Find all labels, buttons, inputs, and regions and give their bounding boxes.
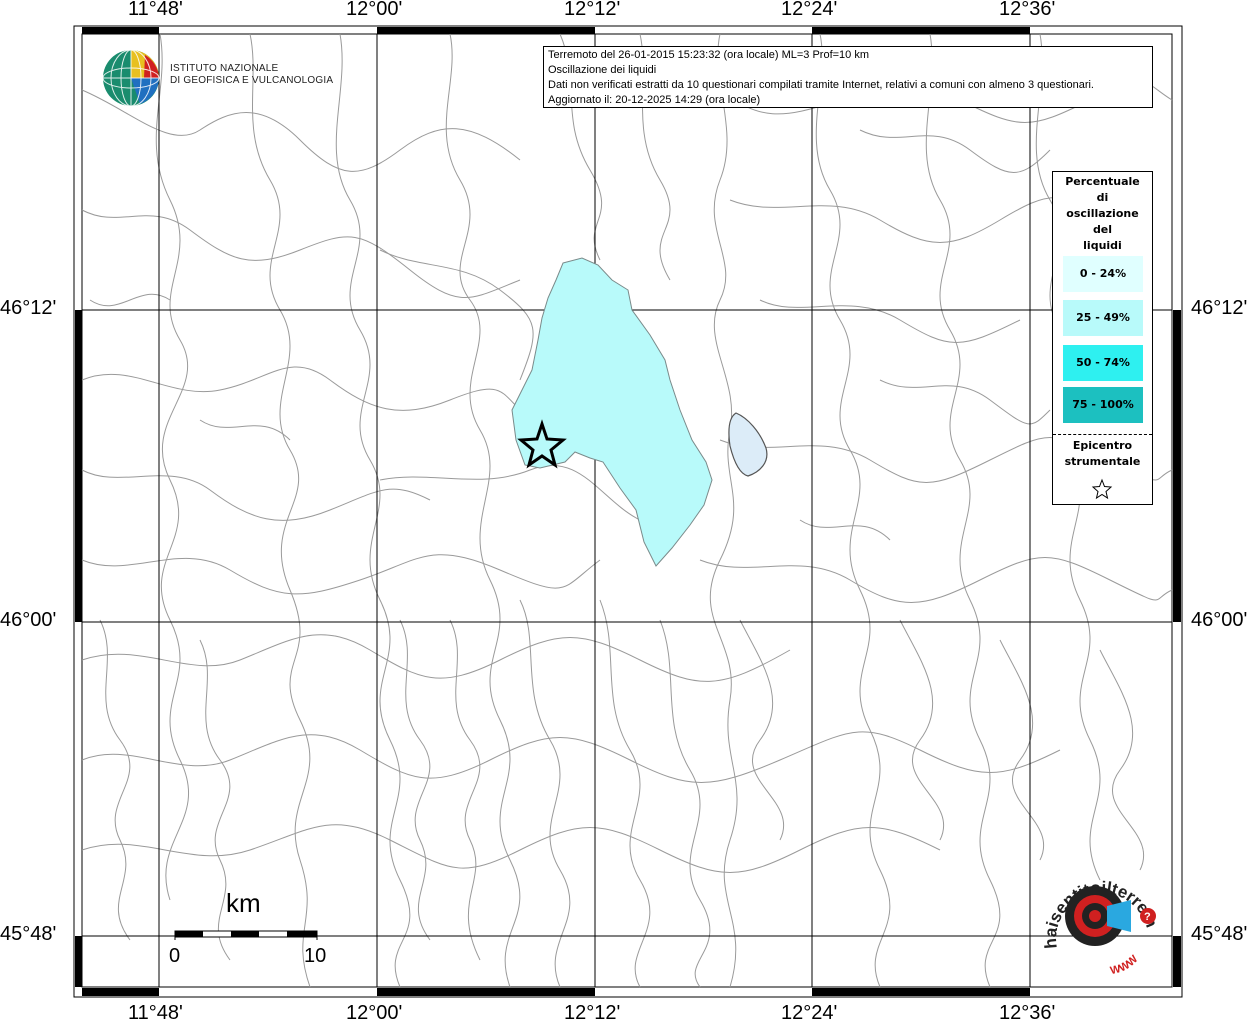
legend: Percentuale di oscillazione del liquidi … [1052,171,1153,505]
info-line-3: Dati non verificati estratti da 10 quest… [548,79,1094,91]
top-tick-1: 11°48' [128,0,183,20]
legend-title-line-4: del [1092,223,1113,236]
scale-start-label: 0 [169,945,181,967]
legend-epicenter-label: Epicentro strumentale [1053,438,1152,470]
info-line-1: Terremoto del 26-01-2015 15:23:32 (ora l… [548,49,870,61]
bottom-tick-4: 12°24' [781,1002,838,1024]
legend-epicenter-line-1: Epicentro [1072,439,1133,452]
left-tick-2: 46°00' [0,609,57,631]
top-tick-5: 12°36' [999,0,1056,20]
left-tick-1: 46°12' [0,297,57,319]
bottom-tick-3: 12°12' [564,1002,621,1024]
legend-title: Percentuale di oscillazione del liquidi [1053,172,1152,254]
bottom-tick-1: 11°48' [128,1002,183,1024]
right-tick-1: 46°12' [1191,297,1248,319]
haisentitoilterremoto-logo: haisentitoilterremoto.it WWW ? [1035,868,1161,977]
legend-title-line-5: liquidi [1083,239,1122,252]
institute-name: ISTITUTO NAZIONALE DI GEOFISICA E VULCAN… [170,63,333,87]
earthquake-info-box: Terremoto del 26-01-2015 15:23:32 (ora l… [543,46,1153,108]
institute-line-2: DI GEOFISICA E VULCANOLOGIA [170,75,334,86]
top-tick-3: 12°12' [564,0,621,20]
scale-bar [174,930,318,940]
legend-title-line-1: Percentuale [1065,175,1140,188]
legend-separator [1053,434,1152,435]
legend-class-25-49: 25 - 49% [1063,300,1143,336]
info-line-2: Oscillazione dei liquidi [548,64,657,76]
bottom-tick-2: 12°00' [346,1002,403,1024]
legend-class-75-100: 75 - 100% [1063,387,1143,423]
svg-text:WWW: WWW [1109,953,1141,977]
legend-title-line-3: oscillazione [1066,207,1139,220]
top-tick-2: 12°00' [346,0,403,20]
sentito-www-text: WWW [1109,953,1141,977]
legend-title-line-2: di [1096,191,1109,204]
scale-end-label: 10 [304,945,327,967]
ingv-globe-logo [102,49,160,107]
right-tick-3: 45°48' [1191,923,1248,945]
legend-class-0-24: 0 - 24% [1063,256,1143,292]
institute-line-1: ISTITUTO NAZIONALE [170,63,279,74]
left-tick-3: 45°48' [0,923,57,945]
svg-text:?: ? [1144,911,1151,923]
legend-star-icon [1091,478,1113,500]
legend-class-50-74: 50 - 74% [1063,345,1143,381]
top-tick-4: 12°24' [781,0,838,20]
right-tick-2: 46°00' [1191,609,1248,631]
info-line-4: Aggiornato il: 20-12-2025 14:29 (ora loc… [548,94,761,106]
bottom-tick-5: 12°36' [999,1002,1056,1024]
legend-epicenter-line-2: strumentale [1064,455,1141,468]
